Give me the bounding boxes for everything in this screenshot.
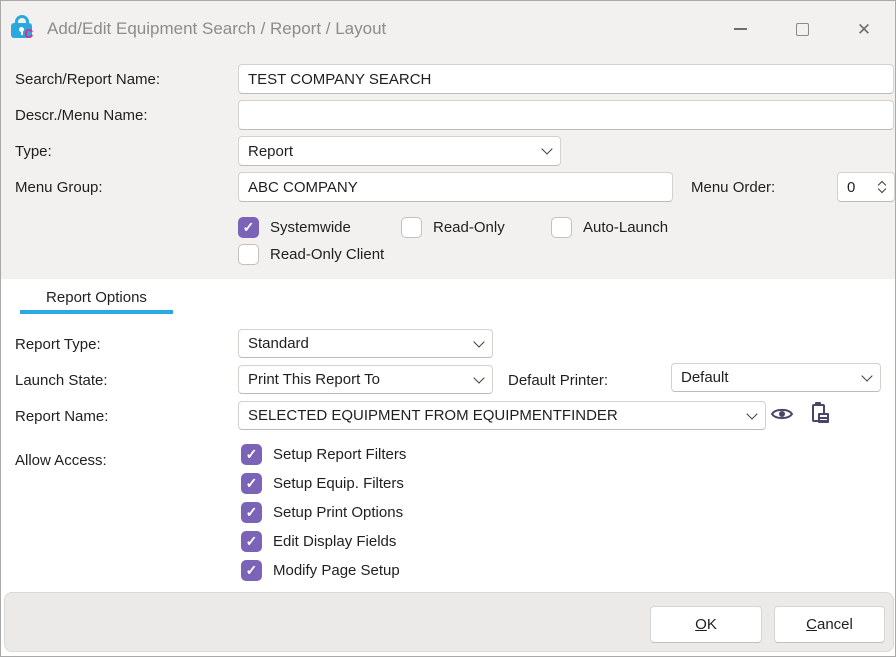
chevron-down-icon [861, 370, 872, 381]
cancel-button[interactable]: Cancel [774, 606, 885, 643]
tab-strip: Report Options [1, 279, 895, 319]
launch-state-dropdown[interactable]: Print This Report To [238, 365, 493, 394]
systemwide-label: Systemwide [270, 219, 351, 236]
auto-launch-checkbox[interactable]: ✓ [551, 217, 572, 238]
check-icon: ✓ [246, 447, 258, 461]
menu-order-value: 0 [847, 179, 855, 196]
report-type-dropdown[interactable]: Standard [238, 329, 493, 358]
brand-c-icon: c [24, 23, 33, 43]
chevron-down-icon [473, 372, 484, 383]
keyhole-stem-icon [21, 31, 23, 35]
menu-group-input[interactable]: ABC COMPANY [238, 172, 673, 202]
checkbox-read-only-client[interactable]: ✓ Read-Only Client [238, 243, 384, 265]
app-lock-icon: c [11, 14, 39, 44]
launch-state-label: Launch State: [15, 365, 108, 395]
check-icon: ✓ [246, 563, 258, 577]
read-only-client-label: Read-Only Client [270, 246, 384, 263]
menu-order-label: Menu Order: [691, 172, 775, 202]
clipboard-clip-icon [815, 402, 821, 406]
search-report-name-label: Search/Report Name: [15, 64, 160, 94]
checkbox-read-only[interactable]: ✓ Read-Only [401, 216, 505, 238]
window-title: Add/Edit Equipment Search / Report / Lay… [47, 1, 386, 57]
checkbox-setup-report-filters[interactable]: ✓ Setup Report Filters [241, 443, 406, 465]
launch-state-value: Print This Report To [248, 371, 380, 388]
search-report-name-value: TEST COMPANY SEARCH [248, 71, 431, 88]
read-only-label: Read-Only [433, 219, 505, 236]
window-controls: ✕ [709, 1, 895, 57]
default-printer-value: Default [681, 369, 729, 386]
setup-report-filters-label: Setup Report Filters [273, 446, 406, 463]
close-button[interactable]: ✕ [833, 1, 895, 57]
checkbox-systemwide[interactable]: ✓ Systemwide [238, 216, 351, 238]
setup-report-filters-checkbox[interactable]: ✓ [241, 444, 262, 465]
default-printer-label: Default Printer: [508, 365, 608, 395]
edit-display-fields-checkbox[interactable]: ✓ [241, 531, 262, 552]
checkbox-edit-display-fields[interactable]: ✓ Edit Display Fields [241, 530, 396, 552]
preview-button[interactable] [769, 401, 795, 427]
checkbox-auto-launch[interactable]: ✓ Auto-Launch [551, 216, 668, 238]
close-icon: ✕ [857, 21, 871, 38]
clipboard-doc-icon [818, 413, 829, 423]
report-type-value: Standard [248, 335, 309, 352]
menu-order-stepper[interactable]: 0 [837, 172, 895, 202]
read-only-checkbox[interactable]: ✓ [401, 217, 422, 238]
type-dropdown[interactable]: Report [238, 136, 561, 166]
report-name-value: SELECTED EQUIPMENT FROM EQUIPMENTFINDER [248, 407, 618, 424]
menu-group-label: Menu Group: [15, 172, 103, 202]
check-icon: ✓ [246, 534, 258, 548]
maximize-icon [796, 23, 809, 36]
setup-print-options-checkbox[interactable]: ✓ [241, 502, 262, 523]
search-report-name-input[interactable]: TEST COMPANY SEARCH [238, 64, 894, 94]
chevron-down-icon [746, 408, 757, 419]
setup-equip-filters-label: Setup Equip. Filters [273, 475, 404, 492]
modify-page-setup-label: Modify Page Setup [273, 562, 400, 579]
footer-bar: OK Cancel [4, 592, 894, 652]
modify-page-setup-checkbox[interactable]: ✓ [241, 560, 262, 581]
checkbox-setup-print-options[interactable]: ✓ Setup Print Options [241, 501, 403, 523]
check-icon: ✓ [246, 505, 258, 519]
edit-display-fields-label: Edit Display Fields [273, 533, 396, 550]
check-icon: ✓ [243, 220, 255, 234]
report-type-label: Report Type: [15, 329, 101, 359]
menu-group-value: ABC COMPANY [248, 179, 358, 196]
stepper-arrows-icon[interactable] [879, 182, 885, 192]
clipboard-paste-icon [812, 402, 829, 423]
auto-launch-label: Auto-Launch [583, 219, 668, 236]
active-tab-underline [20, 310, 173, 314]
read-only-client-checkbox[interactable]: ✓ [238, 244, 259, 265]
report-name-dropdown[interactable]: SELECTED EQUIPMENT FROM EQUIPMENTFINDER [238, 401, 766, 430]
descr-menu-name-input[interactable] [238, 100, 894, 130]
dialog-window: c Add/Edit Equipment Search / Report / L… [0, 0, 896, 657]
setup-print-options-label: Setup Print Options [273, 504, 403, 521]
minimize-icon [734, 28, 747, 30]
systemwide-checkbox[interactable]: ✓ [238, 217, 259, 238]
title-bar: c Add/Edit Equipment Search / Report / L… [1, 1, 895, 57]
minimize-button[interactable] [709, 1, 771, 57]
chevron-down-icon [473, 336, 484, 347]
setup-equip-filters-checkbox[interactable]: ✓ [241, 473, 262, 494]
ok-button[interactable]: OK [650, 606, 762, 643]
check-icon: ✓ [246, 476, 258, 490]
checkbox-setup-equip-filters[interactable]: ✓ Setup Equip. Filters [241, 472, 404, 494]
descr-menu-name-label: Descr./Menu Name: [15, 100, 148, 130]
eye-icon [770, 406, 794, 422]
maximize-button[interactable] [771, 1, 833, 57]
copy-report-button[interactable] [807, 399, 833, 425]
chevron-down-icon [541, 143, 552, 154]
report-name-label: Report Name: [15, 401, 108, 431]
allow-access-label: Allow Access: [15, 445, 107, 475]
checkbox-modify-page-setup[interactable]: ✓ Modify Page Setup [241, 559, 400, 581]
type-label: Type: [15, 136, 52, 166]
default-printer-dropdown[interactable]: Default [671, 363, 881, 392]
type-value: Report [248, 143, 293, 160]
